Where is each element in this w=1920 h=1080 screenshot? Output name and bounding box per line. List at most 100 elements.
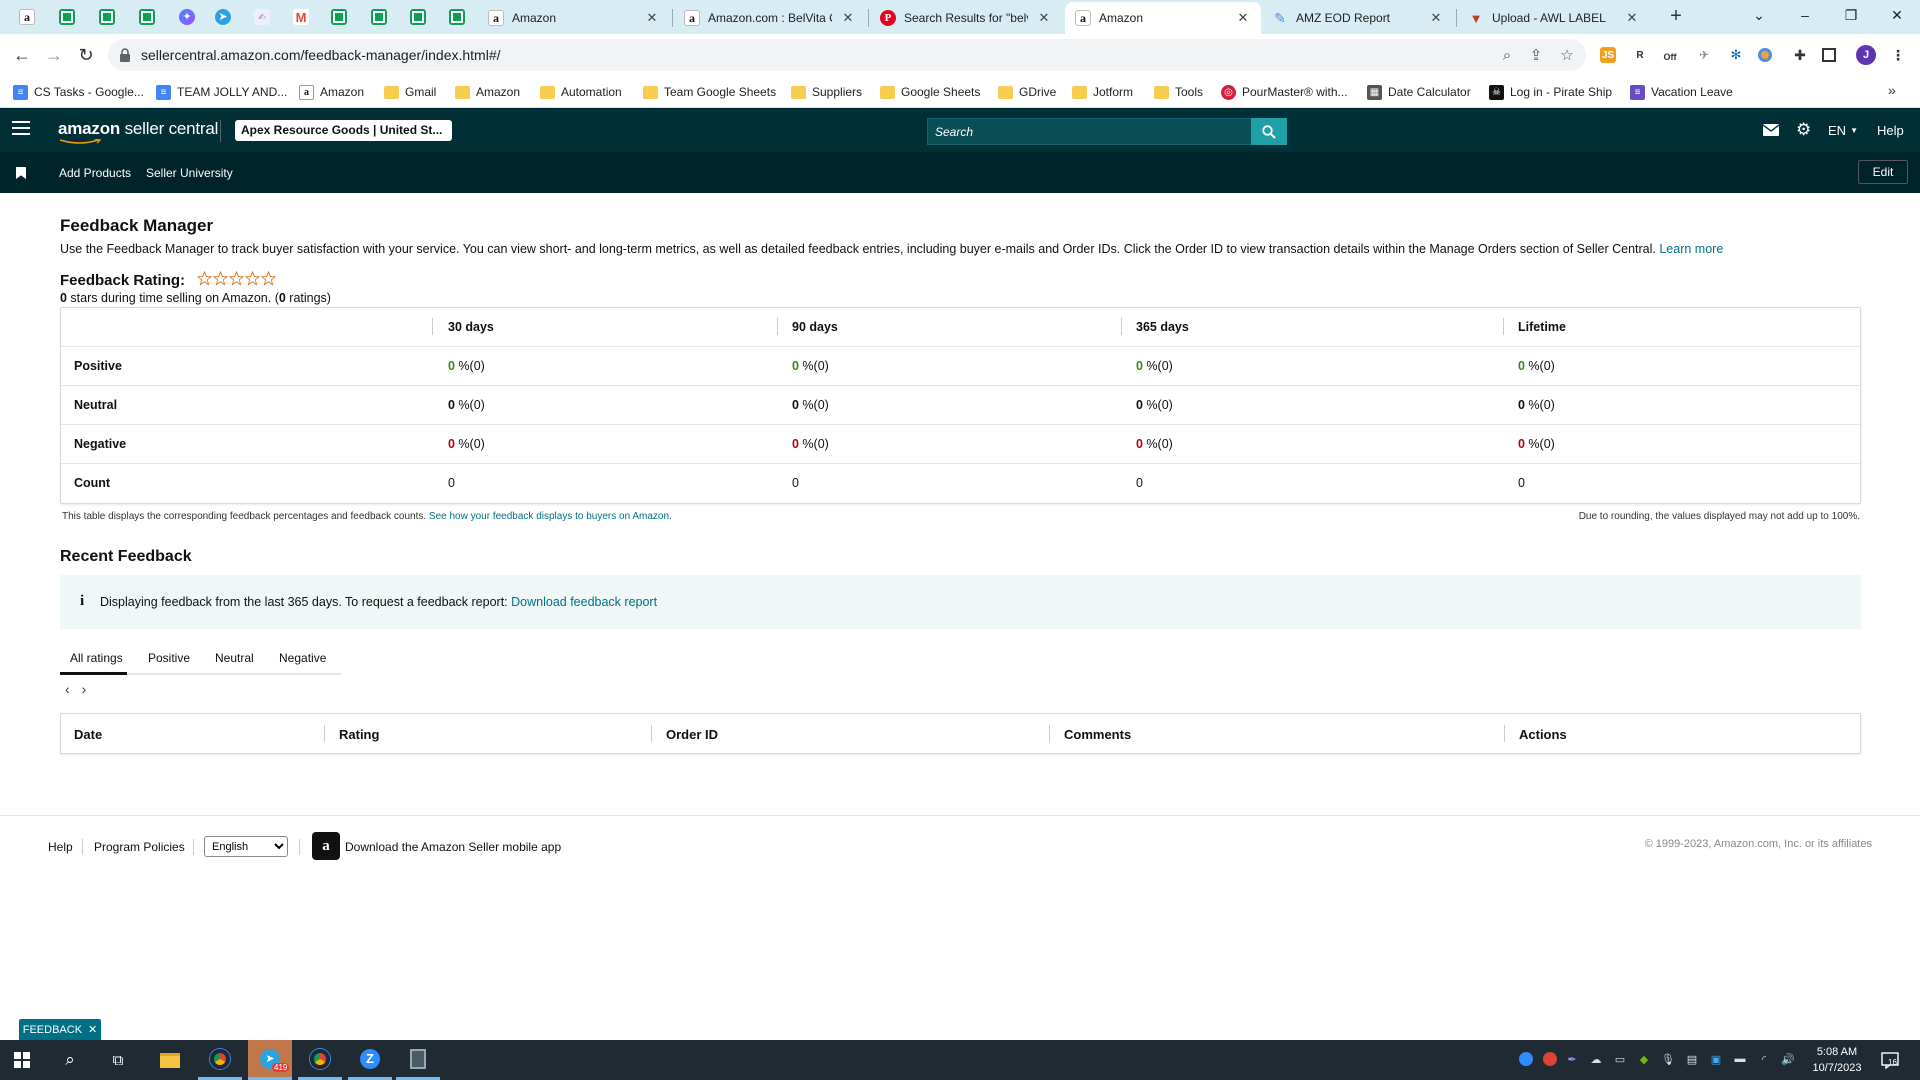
onedrive-icon[interactable]: ☁ [1587, 1050, 1605, 1068]
forward-icon[interactable]: → [40, 41, 68, 69]
chrome-profile-icon[interactable] [298, 1040, 342, 1080]
bookmark-item[interactable]: a Amazon [299, 83, 364, 101]
telegram-taskbar-icon[interactable]: ➤ 419 [248, 1040, 292, 1080]
back-icon[interactable]: ← [8, 41, 36, 69]
bookmarks-overflow-icon[interactable]: » [1888, 82, 1896, 98]
microphone-icon[interactable]: 🎙 [1659, 1050, 1677, 1068]
bookmark-item[interactable]: ≡ Vacation Leave [1630, 83, 1733, 101]
bookmark-item[interactable]: ▦ Date Calculator [1367, 83, 1471, 101]
nvidia-icon[interactable]: ◆ [1635, 1050, 1653, 1068]
zoom-icon[interactable]: ⌕ [1497, 45, 1517, 65]
pinned-tab-sheets[interactable] [54, 4, 80, 30]
footer-help-link[interactable]: Help [48, 840, 73, 854]
calculator-app-icon[interactable] [396, 1040, 440, 1080]
bookmark-folder[interactable]: Team Google Sheets [643, 83, 776, 101]
mobile-app-link[interactable]: Download the Amazon Seller mobile app [345, 840, 561, 854]
browser-tab[interactable]: a Amazon ✕ [478, 2, 670, 34]
printer-tray-icon[interactable]: ▤ [1683, 1050, 1701, 1068]
bookmark-folder[interactable]: Automation [540, 83, 622, 101]
browser-tab-active[interactable]: a Amazon ✕ [1065, 2, 1261, 34]
close-icon[interactable]: ✕ [1428, 10, 1444, 26]
pinned-tab-telegram[interactable]: ➤ [210, 4, 236, 30]
bookmark-item[interactable]: ◎ PourMaster® with... [1221, 83, 1348, 101]
language-selector[interactable]: EN ▼ [1828, 121, 1858, 139]
bookmark-folder[interactable]: Google Sheets [880, 83, 980, 101]
pinned-tab-sheets[interactable] [134, 4, 160, 30]
bookmark-icon[interactable] [16, 167, 26, 179]
close-icon[interactable]: ✕ [88, 1023, 97, 1036]
file-explorer-icon[interactable] [148, 1040, 192, 1080]
hamburger-menu-icon[interactable] [12, 121, 30, 139]
feather-tray-icon[interactable]: ✒ [1563, 1050, 1581, 1068]
minimize-icon[interactable]: – [1782, 0, 1828, 30]
puzzle-icon[interactable]: ✚ [1790, 45, 1810, 65]
device-tray-icon[interactable]: ▭ [1611, 1050, 1629, 1068]
pinned-tab-sheets[interactable] [326, 4, 352, 30]
program-policies-link[interactable]: Program Policies [94, 840, 185, 854]
bookmark-folder[interactable]: Amazon [455, 83, 520, 101]
close-icon[interactable]: ✕ [1036, 10, 1052, 26]
close-icon[interactable]: ✕ [1624, 10, 1640, 26]
profile-avatar[interactable]: J [1856, 45, 1876, 65]
feedback-display-link[interactable]: See how your feedback displays to buyers… [429, 511, 672, 522]
zoom-tray-icon[interactable] [1517, 1050, 1535, 1068]
nav-seller-university[interactable]: Seller University [146, 166, 233, 180]
chrome-menu-icon[interactable]: ⋮ [1888, 45, 1908, 65]
download-report-link[interactable]: Download feedback report [511, 595, 657, 609]
windows-start-icon[interactable] [0, 1040, 44, 1080]
pinned-tab-sheets[interactable] [366, 4, 392, 30]
task-view-icon[interactable]: ⧉ [96, 1040, 140, 1080]
off-extension-icon[interactable]: Off [1660, 47, 1680, 67]
feedback-tab[interactable]: FEEDBACK ✕ [19, 1019, 101, 1040]
close-icon[interactable]: ✕ [840, 10, 856, 26]
gear-icon[interactable]: ⚙ [1796, 120, 1811, 139]
seller-central-logo[interactable]: amazon seller central [58, 119, 218, 139]
notification-center-icon[interactable]: 16 [1880, 1050, 1900, 1070]
tab-all-ratings[interactable]: All ratings [70, 651, 123, 665]
reload-icon[interactable]: ↻ [72, 41, 100, 69]
close-icon[interactable]: ✕ [644, 10, 660, 26]
zoom-app-icon[interactable]: Z [348, 1040, 392, 1080]
pinned-tab-signature[interactable]: ✍ [249, 4, 275, 30]
edit-nav-button[interactable]: Edit [1858, 160, 1908, 184]
store-selector[interactable]: Apex Resource Goods | United St... [235, 120, 452, 141]
chrome-tray-icon[interactable] [1541, 1050, 1559, 1068]
pinned-tab-sheets[interactable] [94, 4, 120, 30]
search-icon[interactable]: ⌕ [48, 1040, 92, 1080]
network-app-icon[interactable]: ▣ [1707, 1050, 1725, 1068]
search-button[interactable] [1251, 118, 1287, 145]
browser-tab[interactable]: P Search Results for "belvi ✕ [870, 2, 1062, 34]
language-select[interactable]: English [204, 836, 288, 857]
js-extension-icon[interactable]: JS [1600, 47, 1616, 63]
circle-extension-icon[interactable] [1758, 48, 1772, 62]
window-close-icon[interactable]: ✕ [1874, 0, 1920, 30]
plane-extension-icon[interactable]: ✈ [1694, 45, 1714, 65]
bookmark-star-icon[interactable]: ☆ [1557, 45, 1577, 65]
bookmark-folder[interactable]: Suppliers [791, 83, 862, 101]
pinned-tab-sheets[interactable] [405, 4, 431, 30]
chrome-icon[interactable] [198, 1040, 242, 1080]
pinned-tab-messenger[interactable]: ✦ [174, 4, 200, 30]
wifi-icon[interactable]: ◜ [1755, 1050, 1773, 1068]
tab-positive[interactable]: Positive [148, 651, 190, 665]
sidepanel-icon[interactable] [1822, 48, 1836, 62]
battery-tray-icon[interactable]: ▬ [1731, 1050, 1749, 1068]
pinned-tab-sheets[interactable] [444, 4, 470, 30]
bookmark-item[interactable]: ☠ Log in - Pirate Ship [1489, 83, 1612, 101]
bookmark-folder[interactable]: GDrive [998, 83, 1056, 101]
helix-extension-icon[interactable]: ✻ [1726, 45, 1746, 65]
bookmark-item[interactable]: ≡ CS Tasks - Google... [13, 83, 144, 101]
browser-tab[interactable]: ✎ AMZ EOD Report ✕ [1262, 2, 1454, 34]
address-bar[interactable]: sellercentral.amazon.com/feedback-manage… [108, 39, 1586, 71]
amazon-seller-app-icon[interactable]: a [312, 832, 340, 860]
tab-neutral[interactable]: Neutral [215, 651, 254, 665]
taskbar-clock[interactable]: 5:08 AM 10/7/2023 [1800, 1044, 1874, 1076]
mail-icon[interactable] [1763, 121, 1779, 139]
chevron-left-icon[interactable]: ‹ [65, 681, 70, 697]
search-box[interactable] [927, 118, 1257, 145]
share-icon[interactable]: ⇪ [1526, 45, 1546, 65]
bookmark-folder[interactable]: Jotform [1072, 83, 1133, 101]
nav-add-products[interactable]: Add Products [59, 166, 131, 180]
pinned-tab-amazon[interactable]: a [14, 4, 40, 30]
close-icon[interactable]: ✕ [1235, 10, 1251, 26]
